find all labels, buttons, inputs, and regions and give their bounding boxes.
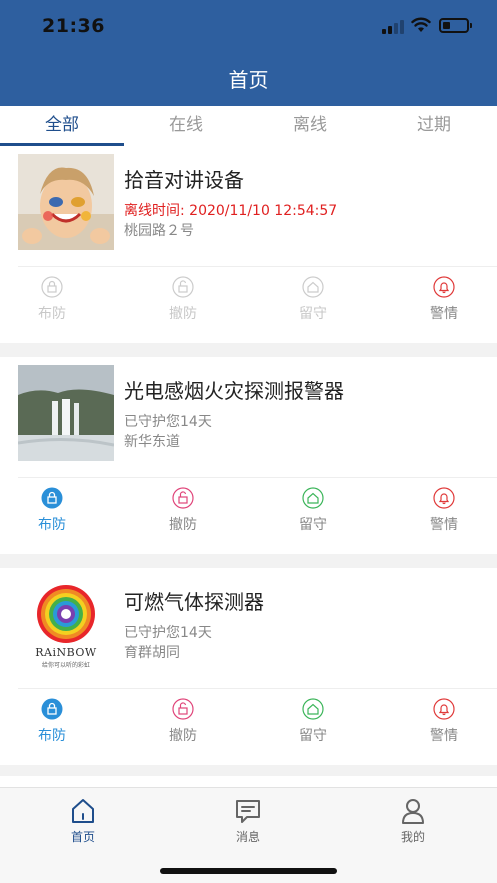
page-title: 首页 xyxy=(228,68,269,92)
disarm-button[interactable]: 撤防 xyxy=(148,276,218,323)
device-card[interactable]: 拾音对讲设备 离线时间: 2020/11/10 12:54:57 桃园路２号 布… xyxy=(0,146,497,343)
stay-button[interactable]: 留守 xyxy=(278,698,348,745)
home-icon xyxy=(302,698,324,720)
status-bar: 21:36 xyxy=(0,0,497,54)
logo-text: RAiNBOW xyxy=(35,646,97,659)
nav-home-label: 首页 xyxy=(70,830,95,844)
arm-label: 布防 xyxy=(38,517,66,533)
stay-label: 留守 xyxy=(299,728,327,744)
home-icon xyxy=(72,799,94,823)
alarm-button[interactable]: 警情 xyxy=(409,698,479,745)
logo-subtext: 给你可以听的彩虹 xyxy=(41,662,90,669)
guard-days: 已守护您14天 xyxy=(124,625,212,641)
nav-messages-label: 消息 xyxy=(235,830,260,844)
bell-icon xyxy=(433,698,455,720)
nav-messages[interactable]: 消息 xyxy=(198,796,298,845)
device-name: 拾音对讲设备 xyxy=(124,168,244,192)
stay-button[interactable]: 留守 xyxy=(278,487,348,534)
device-address: 育群胡同 xyxy=(124,645,180,661)
wifi-icon xyxy=(411,17,431,32)
device-thumbnail xyxy=(18,365,114,461)
guard-days: 已守护您14天 xyxy=(124,414,212,430)
stay-label: 留守 xyxy=(299,306,327,322)
user-icon xyxy=(402,799,424,824)
alarm-label: 警情 xyxy=(430,517,458,533)
device-thumbnail xyxy=(18,154,114,250)
device-address: 新华东道 xyxy=(124,434,180,450)
cellular-signal-icon xyxy=(382,20,404,34)
divider xyxy=(18,477,497,478)
arm-button[interactable]: 布防 xyxy=(17,698,87,745)
disarm-label: 撤防 xyxy=(169,728,197,744)
app-header: 21:36 首页 xyxy=(0,0,497,106)
stay-button[interactable]: 留守 xyxy=(278,276,348,323)
device-actions: 布防 撤防 留守 警情 xyxy=(0,698,497,758)
device-actions: 布防 撤防 留守 警情 xyxy=(0,487,497,547)
unlock-icon xyxy=(172,698,194,720)
alarm-label: 警情 xyxy=(430,306,458,322)
divider xyxy=(18,266,497,267)
unlock-icon xyxy=(172,487,194,509)
home-icon xyxy=(302,487,324,509)
bell-icon xyxy=(433,276,455,298)
device-card[interactable]: RAiNBOW 给你可以听的彩虹 可燃气体探测器 已守护您14天 育群胡同 布防… xyxy=(0,568,497,765)
tab-label: 离线 xyxy=(293,115,327,135)
alarm-button[interactable]: 警情 xyxy=(409,276,479,323)
device-name: 光电感烟火灾探测报警器 xyxy=(124,379,344,403)
home-indicator[interactable] xyxy=(160,868,337,874)
tab-label: 过期 xyxy=(417,115,451,135)
device-address: 桃园路２号 xyxy=(124,223,194,239)
nav-home[interactable]: 首页 xyxy=(33,796,133,845)
nav-profile[interactable]: 我的 xyxy=(363,796,463,845)
status-time: 21:36 xyxy=(42,15,105,37)
disarm-label: 撤防 xyxy=(169,306,197,322)
disarm-label: 撤防 xyxy=(169,517,197,533)
arm-button[interactable]: 布防 xyxy=(17,487,87,534)
tab-label: 在线 xyxy=(169,115,203,135)
tab-expired[interactable]: 过期 xyxy=(372,106,496,146)
unlock-icon xyxy=(172,276,194,298)
arm-label: 布防 xyxy=(38,728,66,744)
nav-profile-label: 我的 xyxy=(400,830,425,844)
disarm-button[interactable]: 撤防 xyxy=(148,487,218,534)
tab-offline[interactable]: 离线 xyxy=(248,106,372,146)
home-icon xyxy=(302,276,324,298)
device-name: 可燃气体探测器 xyxy=(124,590,264,614)
disarm-button[interactable]: 撤防 xyxy=(148,698,218,745)
message-icon xyxy=(236,800,260,823)
arm-label: 布防 xyxy=(38,306,66,322)
tab-all[interactable]: 全部 xyxy=(0,106,124,146)
filter-tabs: 全部 在线 离线 过期 xyxy=(0,106,497,146)
lock-icon xyxy=(41,698,63,720)
offline-time: 离线时间: 2020/11/10 12:54:57 xyxy=(124,203,338,219)
bell-icon xyxy=(433,487,455,509)
device-actions: 布防 撤防 留守 警情 xyxy=(0,276,497,336)
tab-online[interactable]: 在线 xyxy=(124,106,248,146)
arm-button[interactable]: 布防 xyxy=(17,276,87,323)
battery-icon xyxy=(439,18,472,33)
device-card[interactable]: 光电感烟火灾探测报警器 已守护您14天 新华东道 布防 撤防 留守 警情 xyxy=(0,357,497,554)
lock-icon xyxy=(41,276,63,298)
lock-icon xyxy=(41,487,63,509)
tab-label: 全部 xyxy=(45,115,79,135)
stay-label: 留守 xyxy=(299,517,327,533)
alarm-label: 警情 xyxy=(430,728,458,744)
alarm-button[interactable]: 警情 xyxy=(409,487,479,534)
divider xyxy=(18,688,497,689)
device-thumbnail: RAiNBOW 给你可以听的彩虹 xyxy=(18,576,114,672)
